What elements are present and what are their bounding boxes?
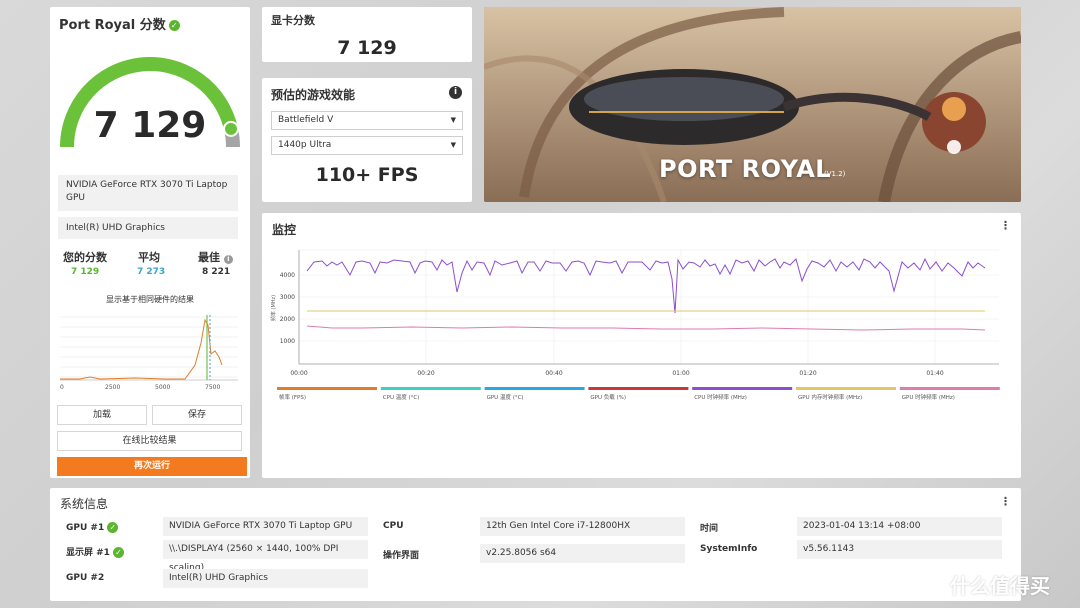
x-tick: 01:40 [926, 370, 943, 377]
time-value: 2023-01-04 13:14 +08:00 [797, 517, 1002, 536]
stat-best-label: 最佳 i [198, 249, 233, 265]
info-icon[interactable]: i [223, 255, 233, 264]
preset-select[interactable]: 1440p Ultra ▼ [271, 136, 463, 155]
dist-tick: 0 [60, 384, 64, 391]
chevron-down-icon: ▼ [450, 141, 456, 149]
legend-swatch [277, 387, 377, 390]
big-score: 7 129 [93, 105, 207, 146]
gpu-score-value: 7 129 [337, 37, 397, 59]
system-info-card: 系统信息 ⋮ GPU #1 ✓ NVIDIA GeForce RTX 3070 T… [50, 488, 1021, 601]
chart-legend: 帧率 (FPS) CPU 温度 (°C) GPU 温度 (°C) GPU 负载 (%)… [277, 387, 1000, 401]
monitoring-card: 监控 ⋮ 4000 3000 2000 1000 频率 (MHz) 00:00 … [262, 213, 1021, 478]
legend-swatch [588, 387, 689, 390]
x-tick: 00:40 [545, 370, 562, 377]
cpu-value: 12th Gen Intel Core i7-12800HX [480, 517, 685, 536]
perf-title: 预估的游戏效能 [271, 88, 356, 102]
legend-label: GPU 负载 (%) [590, 393, 626, 401]
save-button[interactable]: 保存 [152, 405, 242, 425]
hardware-gpu: NVIDIA GeForce RTX 3070 Ti Laptop GPU [58, 175, 238, 211]
sysinfo-title: 系统信息 [60, 497, 109, 511]
gpu-score-title: 显卡分数 [271, 14, 315, 27]
score-card: Port Royal 分数 ✓ 7 129 NVIDIA GeForce RTX … [50, 7, 250, 478]
check-icon: ✓ [168, 20, 180, 31]
gpu-score-card: 显卡分数 7 129 [262, 7, 472, 62]
load-button[interactable]: 加载 [57, 405, 147, 425]
check-icon: ✓ [107, 522, 119, 533]
chevron-down-icon: ▼ [450, 116, 456, 124]
more-menu-icon[interactable]: ⋮ [1000, 495, 1011, 508]
x-tick: 00:20 [417, 370, 434, 377]
score-title: Port Royal 分数 ✓ [59, 14, 180, 33]
legend-label: 帧率 (FPS) [279, 393, 306, 401]
watermark-text: 什么值得买 [950, 574, 1050, 598]
watermark-logo-icon [912, 569, 942, 599]
legend-label: GPU 时钟频率 (MHz) [902, 393, 955, 401]
dist-tick: 7500 [205, 384, 220, 391]
benchmark-hero-image: PORT ROYAL (V1.2) [484, 7, 1021, 202]
legend-label: GPU 温度 (°C) [487, 393, 524, 401]
dist-tick: 5000 [155, 384, 170, 391]
systeminfo-label: SystemInfo [700, 544, 758, 554]
y-tick: 1000 [280, 338, 295, 345]
legend-label: GPU 内存时钟频率 (MHz) [798, 393, 862, 401]
stat-avg-value: 7 273 [137, 267, 166, 277]
y-axis-label: 频率 (MHz) [270, 295, 277, 321]
systeminfo-value: v5.56.1143 [797, 540, 1002, 559]
game-select[interactable]: Battlefield V ▼ [271, 111, 463, 130]
gpu2-value: Intel(R) UHD Graphics [163, 569, 368, 588]
legend-label: CPU 温度 (°C) [383, 393, 420, 401]
legend-swatch [484, 387, 585, 390]
hero-version: (V1.2) [824, 170, 846, 178]
gpu1-label: GPU #1 ✓ [66, 522, 119, 533]
distribution-caption: 显示基于相同硬件的结果 [106, 295, 194, 304]
dist-tick: 2500 [105, 384, 120, 391]
x-tick: 00:00 [290, 370, 307, 377]
y-tick: 3000 [280, 294, 295, 301]
hero-title: PORT ROYAL [659, 155, 832, 183]
hardware-igpu: Intel(R) UHD Graphics [58, 217, 238, 239]
time-label: 时间 [700, 524, 719, 534]
check-icon: ✓ [112, 547, 124, 558]
game-performance-card: 预估的游戏效能 i Battlefield V ▼ 1440p Ultra ▼ 11… [262, 78, 472, 202]
legend-swatch [796, 387, 896, 390]
stat-yours-label: 您的分数 [63, 251, 107, 264]
compare-online-button[interactable]: 在线比较结果 [57, 431, 242, 451]
cpu-label: CPU [383, 521, 404, 531]
y-tick: 2000 [280, 316, 295, 323]
run-again-button[interactable]: 再次运行 [57, 457, 247, 476]
monitoring-chart: 4000 3000 2000 1000 频率 (MHz) 00:00 00:20… [270, 249, 1000, 401]
stat-best-value: 8 221 [202, 267, 231, 277]
fps-value: 110+ FPS [315, 164, 419, 186]
legend-swatch [692, 387, 793, 390]
info-icon[interactable]: i [449, 86, 462, 99]
display1-label: 显示屏 #1 ✓ [66, 545, 124, 558]
display1-value: \\.\DISPLAY4 (2560 × 1440, 100% DPI scal… [163, 540, 368, 573]
x-tick: 01:20 [799, 370, 816, 377]
gui-value: v2.25.8056 s64 [480, 544, 685, 563]
distribution-chart: 0 2500 5000 7500 [60, 315, 238, 391]
stat-yours-value: 7 129 [71, 267, 100, 277]
gpu1-value: NVIDIA GeForce RTX 3070 Ti Laptop GPU [163, 517, 368, 536]
stat-avg-label: 平均 [138, 251, 160, 264]
y-tick: 4000 [280, 272, 295, 279]
gui-label: 操作界面 [383, 551, 420, 561]
gpu2-label: GPU #2 [66, 573, 105, 583]
legend-swatch [380, 387, 481, 390]
legend-label: CPU 时钟频率 (MHz) [694, 393, 747, 401]
x-tick: 01:00 [672, 370, 689, 377]
legend-swatch [899, 387, 1000, 390]
